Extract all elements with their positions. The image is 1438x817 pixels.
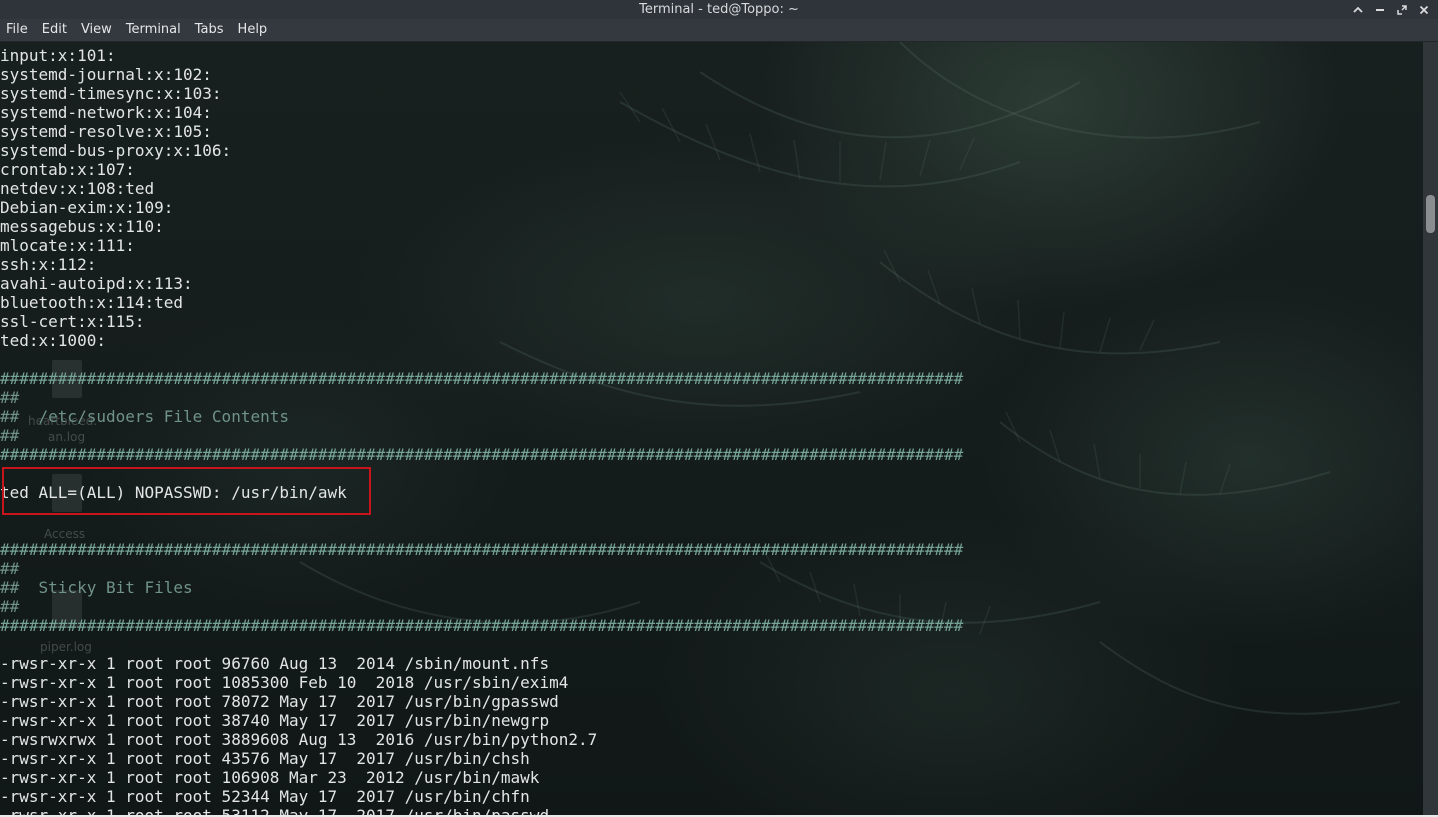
separator-line: ########################################… (0, 616, 964, 635)
output-line: ted:x:1000: (0, 331, 106, 350)
output-line: systemd-journal:x:102: (0, 65, 212, 84)
maximize-icon[interactable] (1394, 2, 1410, 18)
menu-view[interactable]: View (74, 19, 119, 41)
section-heading-line: ## /etc/sudoers File Contents (0, 407, 289, 426)
menu-help[interactable]: Help (231, 19, 275, 41)
output-line: -rwsr-xr-x 1 root root 38740 May 17 2017… (0, 711, 550, 730)
window-controls (1350, 0, 1432, 19)
minimize-icon[interactable] (1372, 2, 1388, 18)
menu-terminal[interactable]: Terminal (119, 19, 188, 41)
output-line: -rwsr-xr-x 1 root root 96760 Aug 13 2014… (0, 654, 550, 673)
section-heading-line: ## (0, 559, 20, 578)
scrollbar-thumb[interactable] (1426, 195, 1435, 233)
menu-tabs[interactable]: Tabs (188, 19, 231, 41)
output-line: messagebus:x:110: (0, 217, 164, 236)
output-line: -rwsrwxrwx 1 root root 3889608 Aug 13 20… (0, 730, 598, 749)
section-heading-line: ## (0, 597, 20, 616)
output-line: ssh:x:112: (0, 255, 97, 274)
separator-line: ########################################… (0, 445, 964, 464)
output-line: bluetooth:x:114:ted (0, 293, 184, 312)
section-heading-line: ## (0, 388, 20, 407)
terminal-area[interactable]: heartbleed. an.log Access piper.log inpu… (0, 42, 1423, 817)
output-line: -rwsr-xr-x 1 root root 52344 May 17 2017… (0, 787, 530, 806)
menu-edit[interactable]: Edit (35, 19, 74, 41)
window-title: Terminal - ted@Toppo: ~ (639, 2, 799, 17)
output-line: -rwsr-xr-x 1 root root 106908 Mar 23 201… (0, 768, 540, 787)
output-line: netdev:x:108:ted (0, 179, 155, 198)
close-icon[interactable] (1416, 2, 1432, 18)
menu-bar: File Edit View Terminal Tabs Help (0, 19, 1438, 42)
title-bar[interactable]: Terminal - ted@Toppo: ~ (0, 0, 1438, 19)
output-line: systemd-bus-proxy:x:106: (0, 141, 232, 160)
output-line: input:x:101: (0, 46, 116, 65)
separator-line: ########################################… (0, 369, 964, 388)
section-heading-line: ## (0, 426, 20, 445)
output-line: systemd-timesync:x:103: (0, 84, 222, 103)
output-line: -rwsr-xr-x 1 root root 1085300 Feb 10 20… (0, 673, 569, 692)
output-line: -rwsr-xr-x 1 root root 78072 May 17 2017… (0, 692, 559, 711)
section-heading-line: ## Sticky Bit Files (0, 578, 193, 597)
output-line: -rwsr-xr-x 1 root root 43576 May 17 2017… (0, 749, 530, 768)
output-line: systemd-resolve:x:105: (0, 122, 212, 141)
separator-line: ########################################… (0, 540, 964, 559)
vertical-scrollbar[interactable] (1423, 42, 1438, 817)
terminal-output: input:x:101: systemd-journal:x:102: system… (0, 46, 963, 817)
output-line: avahi-autoipd:x:113: (0, 274, 193, 293)
output-line: systemd-network:x:104: (0, 103, 212, 122)
terminal-window: Terminal - ted@Toppo: ~ File Edit View T… (0, 0, 1438, 817)
chevron-up-icon[interactable] (1350, 2, 1366, 18)
menu-file[interactable]: File (0, 19, 35, 41)
output-line: mlocate:x:111: (0, 236, 135, 255)
highlight-annotation (2, 467, 371, 515)
output-line: ssl-cert:x:115: (0, 312, 145, 331)
output-line: crontab:x:107: (0, 160, 135, 179)
output-line: Debian-exim:x:109: (0, 198, 174, 217)
